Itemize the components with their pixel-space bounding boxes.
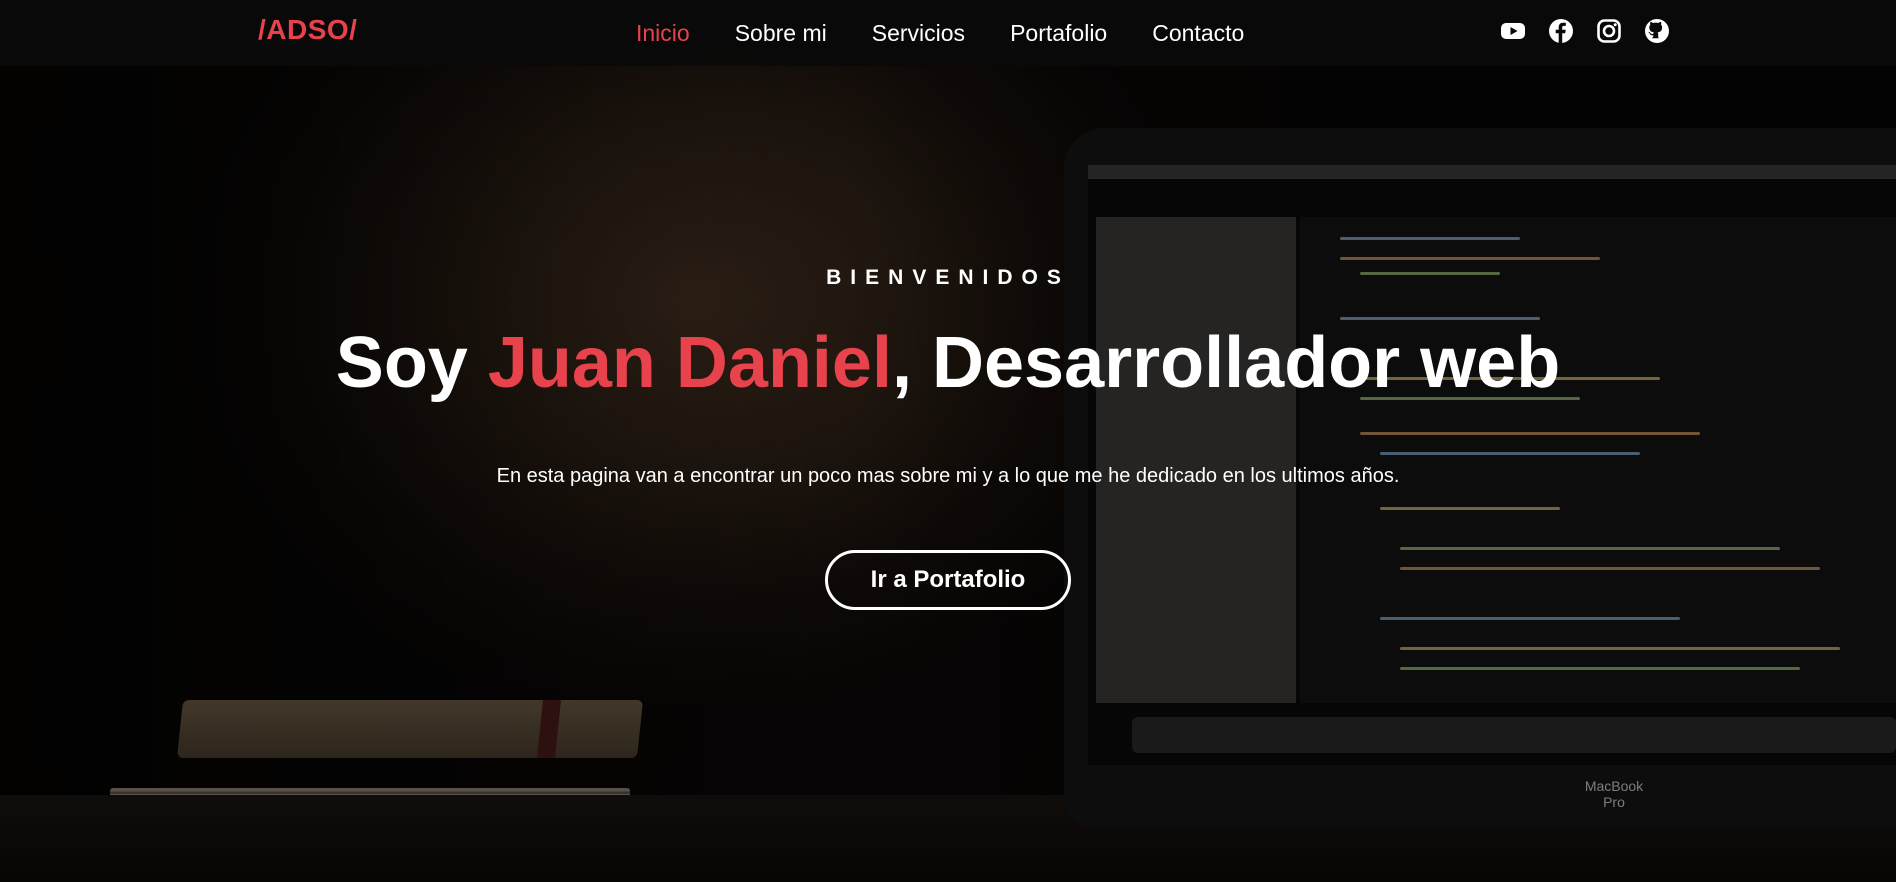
hero-section: MacBook Pro BIENVENIDOS Soy Juan Daniel,… [0, 0, 1896, 882]
github-icon[interactable] [1644, 18, 1670, 44]
nav-link-portafolio[interactable]: Portafolio [1010, 18, 1107, 48]
nav-link-contacto[interactable]: Contacto [1152, 18, 1244, 48]
instagram-icon[interactable] [1596, 18, 1622, 44]
headline-suffix: , Desarrollador web [891, 323, 1561, 403]
hero-subtitle: En esta pagina van a encontrar un poco m… [496, 465, 1400, 487]
nav-link-sobre-mi[interactable]: Sobre mi [735, 18, 827, 48]
hero-headline: Soy Juan Daniel, Desarrollador web [0, 322, 1896, 404]
headline-name: Juan Daniel [487, 323, 892, 403]
nav-link-servicios[interactable]: Servicios [872, 18, 965, 48]
youtube-icon[interactable] [1500, 18, 1526, 44]
headline-prefix: Soy [335, 323, 488, 403]
top-navbar: /ADSO/ Inicio Sobre mi Servicios Portafo… [0, 0, 1896, 66]
nav-link-inicio[interactable]: Inicio [636, 18, 690, 48]
portfolio-cta-button[interactable]: Ir a Portafolio [825, 550, 1071, 610]
site-logo[interactable]: /ADSO/ [258, 14, 357, 46]
hero-dark-overlay [0, 0, 1896, 882]
nav-menu: Inicio Sobre mi Servicios Portafolio Con… [636, 18, 1244, 48]
hero-kicker: BIENVENIDOS [826, 266, 1070, 289]
social-links [1500, 18, 1670, 44]
facebook-icon[interactable] [1548, 18, 1574, 44]
